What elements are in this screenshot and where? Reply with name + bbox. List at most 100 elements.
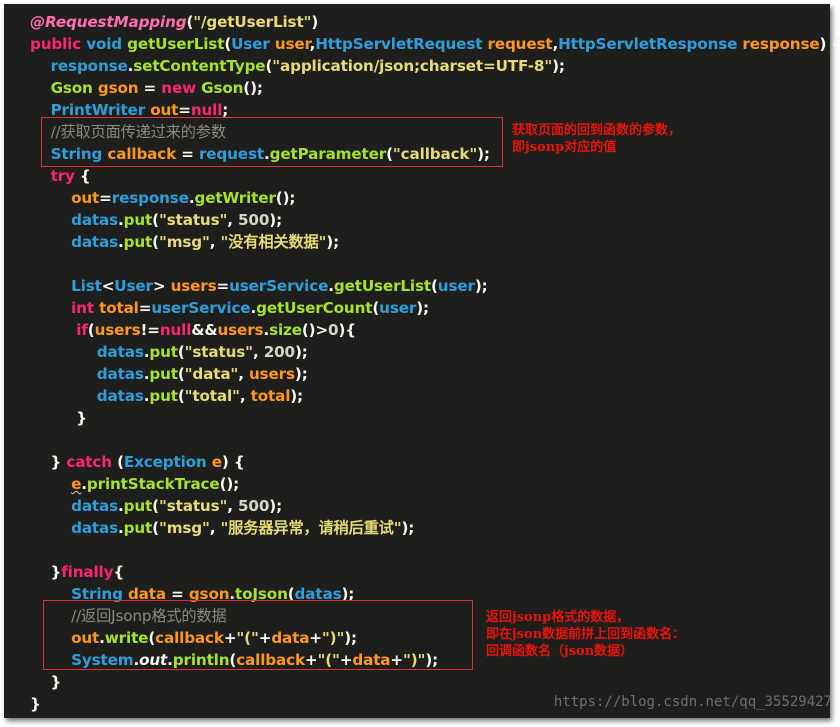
code-line: datas.put("status", 500);	[30, 209, 282, 231]
code-line: }	[30, 671, 62, 693]
code-token: ){	[338, 321, 356, 339]
code-token: put	[123, 497, 153, 515]
code-token: finally	[61, 563, 114, 581]
code-token: {	[79, 167, 91, 185]
code-line: out=response.getWriter();	[30, 187, 295, 209]
code-token: put	[123, 519, 153, 537]
code-line: public void getUserList(User user,HttpSe…	[30, 33, 840, 55]
code-token: );	[416, 299, 429, 317]
code-line: }	[30, 693, 41, 715]
code-token: "status"	[158, 211, 228, 229]
code-token: }	[30, 673, 62, 691]
code-line: datas.put("data", users);	[30, 363, 308, 385]
code-token: "没有相关数据"	[220, 233, 327, 251]
code-token: user	[379, 299, 417, 317]
code-token: userService	[229, 277, 329, 295]
code-token: }	[30, 409, 87, 427]
code-token: user	[437, 277, 475, 295]
code-token: out	[71, 189, 100, 207]
code-token: ()>	[301, 321, 329, 339]
code-token: "/getUserList"	[193, 13, 312, 31]
code-line: }finally{	[30, 561, 125, 583]
code-line: datas.put("msg", "服务器异常，请稍后重试");	[30, 517, 414, 539]
code-token: ();	[243, 79, 263, 97]
code-token: }	[30, 695, 41, 713]
code-token: =	[138, 299, 152, 317]
code-line: }	[30, 407, 87, 429]
code-token: );	[269, 211, 282, 229]
code-token: User	[231, 35, 275, 53]
code-token: >	[152, 277, 171, 295]
code-token: datas	[96, 343, 144, 361]
code-token: public	[30, 35, 87, 53]
code-token: ,	[252, 343, 264, 361]
code-token: users	[248, 365, 295, 383]
code-token: Gson	[50, 79, 98, 97]
code-line: datas.put("status", 200);	[30, 341, 308, 363]
code-token: datas	[96, 365, 144, 383]
code-token: put	[149, 387, 178, 405]
code-token: HttpServletRequest	[315, 35, 488, 53]
code-token: (	[177, 387, 185, 405]
code-token: try	[50, 167, 80, 185]
code-token: "application/json;charset=UTF-8"	[272, 57, 553, 75]
code-token: ,	[227, 497, 239, 515]
code-token: datas	[71, 497, 119, 515]
code-token: size	[269, 321, 302, 339]
code-token: "服务器异常，请稍后重试"	[220, 519, 402, 537]
code-token: getUserList	[333, 277, 431, 295]
code-token: }	[30, 563, 62, 581]
code-token: setContentType	[133, 57, 266, 75]
code-token: HttpServletResponse	[558, 35, 743, 53]
annotation-jsonp-output: 返回jsonp格式的数据， 即在json数据前拼上回到函数名： 回调函数名（js…	[486, 610, 686, 659]
code-token: (	[177, 365, 185, 383]
code-token: (	[152, 211, 159, 229]
code-line: try {	[30, 165, 91, 187]
code-token: catch	[66, 453, 118, 471]
code-token: 500	[238, 497, 270, 515]
code-token: (	[117, 453, 124, 471]
code-token: datas	[71, 211, 119, 229]
code-token: response	[742, 35, 820, 53]
code-token: "msg"	[158, 519, 210, 537]
code-token: datas	[71, 233, 119, 251]
code-token: gson	[97, 79, 139, 97]
code-token: &&	[191, 321, 218, 339]
code-token: total	[99, 299, 139, 317]
code-line: datas.put("msg", "没有相关数据");	[30, 231, 339, 253]
code-line: e.printStackTrace();	[30, 473, 239, 495]
code-line: } catch (Exception e) {	[30, 451, 245, 473]
annotation-callback-param: 获取页面的回到函数的参数， 即jsonp对应的值	[512, 123, 682, 155]
code-token: users	[217, 321, 264, 339]
code-line: @RequestMapping("/getUserList")	[30, 11, 318, 33]
code-token: 500	[238, 211, 270, 229]
code-token: put	[149, 365, 178, 383]
code-token: put	[149, 343, 178, 361]
code-token: )	[311, 13, 319, 31]
code-token: ();	[275, 189, 296, 207]
code-token: total	[250, 387, 291, 405]
code-token: );	[269, 497, 282, 515]
code-line: Gson gson = new Gson();	[30, 77, 263, 99]
code-token: @RequestMapping	[30, 13, 187, 31]
code-token: response	[50, 57, 128, 75]
code-token: users	[170, 277, 217, 295]
code-token: "data"	[184, 365, 239, 383]
code-token: int	[71, 299, 100, 317]
code-token: null	[159, 321, 192, 339]
code-token: users	[94, 321, 141, 339]
code-token: =	[99, 189, 112, 207]
code-token: Exception	[123, 453, 212, 471]
code-token: datas	[96, 387, 144, 405]
code-editor-screenshot: @RequestMapping("/getUserList") public vo…	[4, 4, 840, 718]
